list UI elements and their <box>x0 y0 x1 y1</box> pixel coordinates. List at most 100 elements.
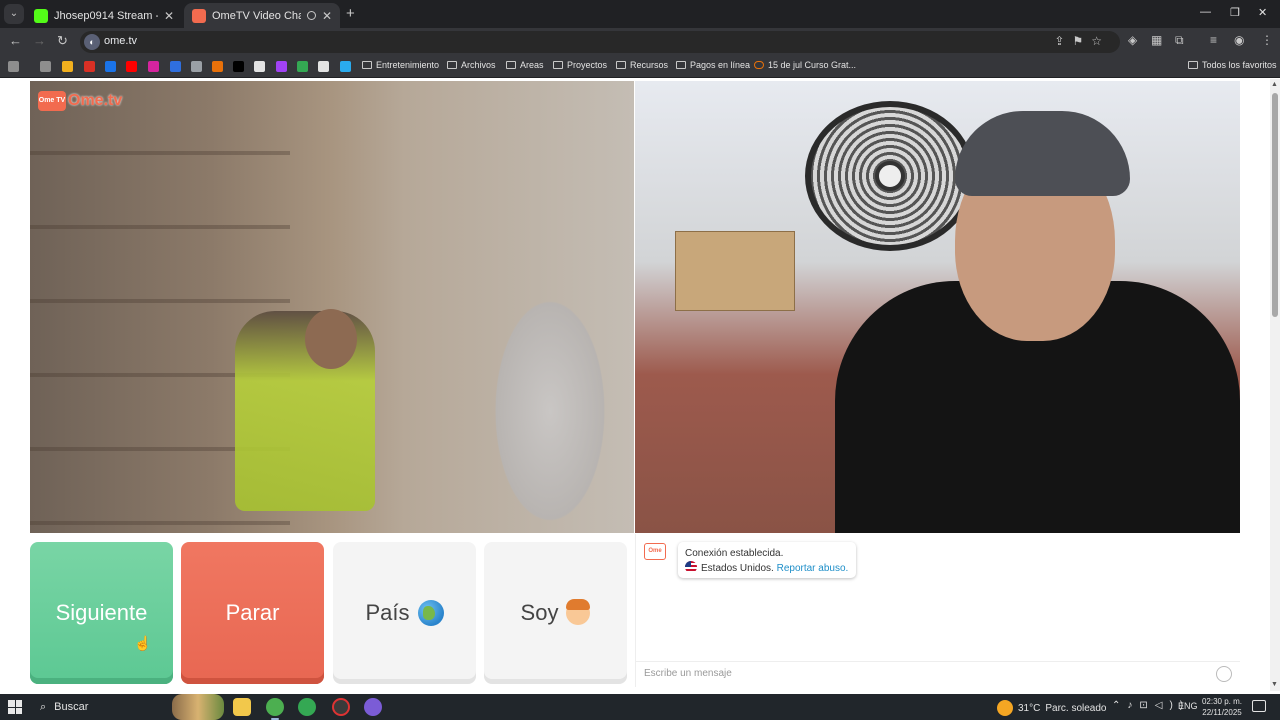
bookmark-site-icon[interactable] <box>170 61 181 72</box>
all-bookmarks-folder[interactable]: Todos los favoritos <box>1188 60 1277 70</box>
github-icon[interactable] <box>254 61 265 72</box>
reload-icon[interactable]: ↻ <box>57 33 68 49</box>
country-button-label: País <box>365 600 410 625</box>
report-abuse-link[interactable]: Reportar abuso. <box>777 563 849 574</box>
chrome-profile-icon[interactable] <box>298 698 316 716</box>
video-person-cap <box>955 111 1130 196</box>
connection-status: Conexión establecida. <box>685 548 784 559</box>
bookmark-site-icon[interactable] <box>191 61 202 72</box>
bookmark-folder-entretenimiento[interactable]: Entretenimiento <box>362 60 439 70</box>
menu-kebab-icon[interactable]: ⋮ <box>1261 33 1273 47</box>
scroll-up-arrow-icon[interactable]: ▲ <box>1271 81 1278 88</box>
kick-favicon-icon <box>34 8 48 23</box>
clock-time: 02:30 p. m. <box>1201 697 1243 706</box>
language-indicator[interactable]: ENG <box>1178 701 1198 711</box>
address-bar[interactable]: ◐ ome.tv ⇪⚑☆ <box>80 31 1120 53</box>
video-person-head <box>305 309 357 369</box>
forward-arrow-icon[interactable]: → <box>33 33 46 48</box>
tab-kick-stream[interactable]: Jhosep0914 Stream - Kick Das… ✕ <box>26 3 182 28</box>
tab-strip: ⌄ Jhosep0914 Stream - Kick Das… ✕ OmeTV … <box>0 0 1280 28</box>
omnibox-actions[interactable]: ⇪⚑☆ <box>1054 34 1110 48</box>
x-twitter-icon[interactable] <box>233 61 244 72</box>
bookmark-folder-icon[interactable] <box>40 61 51 72</box>
bookmark-site-icon[interactable] <box>212 61 223 72</box>
weather-temp: 31°C <box>1018 702 1041 714</box>
tab-title: OmeTV Video Chat — Ome… <box>212 9 301 22</box>
message-input[interactable]: Escribe un mensaje <box>636 661 1240 687</box>
page-scrollbar[interactable]: ▲ ▼ <box>1270 79 1280 691</box>
bookmark-site-icon[interactable] <box>276 61 287 72</box>
search-icon: ⌕ <box>40 700 47 713</box>
extensions-puzzle-icon[interactable]: ⧉ <box>1175 33 1184 48</box>
gender-button[interactable]: Soy <box>484 542 627 684</box>
minimize-button[interactable]: — <box>1200 6 1211 18</box>
ometv-favicon-icon <box>192 8 206 23</box>
folder-icon <box>1188 61 1198 69</box>
ometv-page: Ome TV Ome.tv Siguiente ☝ Parar País Soy… <box>0 79 1280 691</box>
tab-title: Jhosep0914 Stream - Kick Das… <box>54 9 158 22</box>
logo-badge: Ome TV <box>38 91 66 111</box>
obs-icon[interactable] <box>332 698 350 716</box>
new-tab-button[interactable]: + <box>346 5 355 22</box>
bookmark-site-icon[interactable] <box>105 61 116 72</box>
gender-button-label: Soy <box>520 600 559 625</box>
instagram-icon[interactable] <box>148 61 159 72</box>
next-button-label: Siguiente <box>55 600 148 625</box>
us-flag-icon <box>685 561 697 573</box>
bookmark-link-curso[interactable]: 15 de jul Curso Grat... <box>754 60 856 70</box>
extension-icon[interactable]: ◈ <box>1128 33 1137 47</box>
telegram-icon[interactable] <box>340 61 351 72</box>
profile-icon[interactable]: ◉ <box>1234 33 1244 47</box>
folder-icon <box>362 61 372 69</box>
system-message: Conexión establecida. Estados Unidos. Re… <box>678 542 856 578</box>
ometv-chat-logo-icon: Ome <box>644 543 666 560</box>
chat-panel: Ome Conexión establecida. Estados Unidos… <box>635 534 1240 687</box>
stop-button[interactable]: Parar <box>181 542 324 684</box>
bookmark-folder-archivos[interactable]: Archivos <box>447 60 496 70</box>
weather-widget[interactable]: 31°C Parc. soleado <box>997 700 1107 716</box>
bookmark-site-icon[interactable] <box>297 61 308 72</box>
youtube-icon[interactable] <box>126 61 137 72</box>
scrollbar-thumb[interactable] <box>1272 93 1278 317</box>
chrome-icon[interactable] <box>266 698 284 720</box>
logo-text: Ome.tv <box>68 92 123 109</box>
restore-button[interactable]: ❐ <box>1230 6 1240 19</box>
url-text: ome.tv <box>104 35 138 47</box>
extension-icon[interactable]: ▦ <box>1151 33 1162 47</box>
tab-search-icon[interactable]: ⌄ <box>4 4 24 24</box>
folder-icon <box>553 61 563 69</box>
hand-cursor-icon: ☝ <box>134 635 152 651</box>
next-button[interactable]: Siguiente ☝ <box>30 542 173 684</box>
gmail-icon[interactable] <box>84 61 95 72</box>
close-window-button[interactable]: ✕ <box>1258 6 1267 19</box>
tab-ometv[interactable]: OmeTV Video Chat — Ome… ✕ <box>184 3 340 28</box>
bookmark-folder-areas[interactable]: Areas <box>506 60 544 70</box>
back-arrow-icon[interactable]: ← <box>9 33 22 48</box>
recording-indicator-icon <box>306 11 316 20</box>
emoji-smiley-icon[interactable] <box>1216 666 1232 682</box>
search-highlight-image[interactable] <box>172 694 224 720</box>
globe-icon <box>417 600 444 626</box>
close-tab-icon[interactable]: ✕ <box>164 9 174 23</box>
app-icon[interactable] <box>364 698 382 716</box>
bookmark-site-icon[interactable] <box>62 61 73 72</box>
file-explorer-icon[interactable] <box>233 698 251 716</box>
weather-sun-icon <box>997 700 1013 716</box>
close-tab-icon[interactable]: ✕ <box>322 9 332 23</box>
media-control-icon[interactable]: ≡ <box>1210 33 1217 47</box>
windows-start-icon[interactable] <box>8 700 22 714</box>
bookmark-folder-pagos[interactable]: Pagos en línea <box>676 60 750 70</box>
clock[interactable]: 02:30 p. m. 22/11/2025 <box>1200 696 1244 718</box>
bookmark-site-icon[interactable] <box>318 61 329 72</box>
link-icon <box>754 61 764 69</box>
site-info-icon[interactable]: ◐ <box>84 34 100 50</box>
bookmark-folder-proyectos[interactable]: Proyectos <box>553 60 607 70</box>
bookmark-folder-recursos[interactable]: Recursos <box>616 60 668 70</box>
scroll-down-arrow-icon[interactable]: ▼ <box>1271 681 1278 688</box>
notification-center-icon[interactable] <box>1252 700 1266 712</box>
taskbar-search-label: Buscar <box>54 701 89 713</box>
weather-desc: Parc. soleado <box>1045 702 1107 714</box>
apps-grid-icon[interactable] <box>8 61 19 72</box>
country-button[interactable]: País <box>333 542 476 684</box>
ometv-logo: Ome TV Ome.tv <box>38 91 122 111</box>
